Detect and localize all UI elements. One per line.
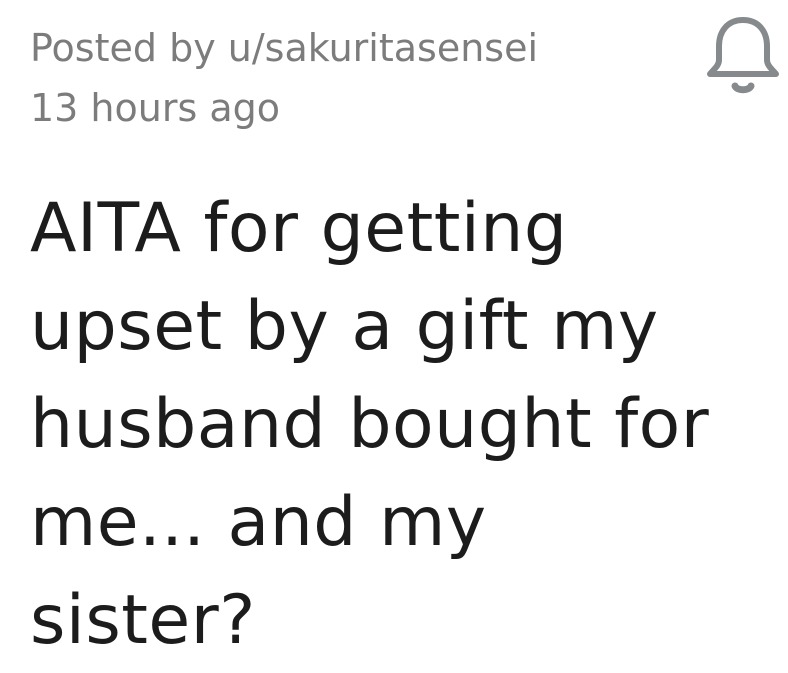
post-title[interactable]: AITA for getting upset by a gift my husb… [30,180,770,670]
post-title-line: upset by a gift my [30,287,659,366]
post-meta: Posted by u/sakuritasensei 13 hours ago [30,18,680,138]
post-title-line: husband bought for [30,385,710,464]
post-title-line: sister? [30,581,256,660]
post-timestamp: 13 hours ago [30,86,281,130]
bell-icon[interactable] [704,14,782,94]
post-title-line: AITA for getting [30,189,568,268]
post-author[interactable]: Posted by u/sakuritasensei [30,18,680,78]
post-title-line: me... and my [30,483,487,562]
